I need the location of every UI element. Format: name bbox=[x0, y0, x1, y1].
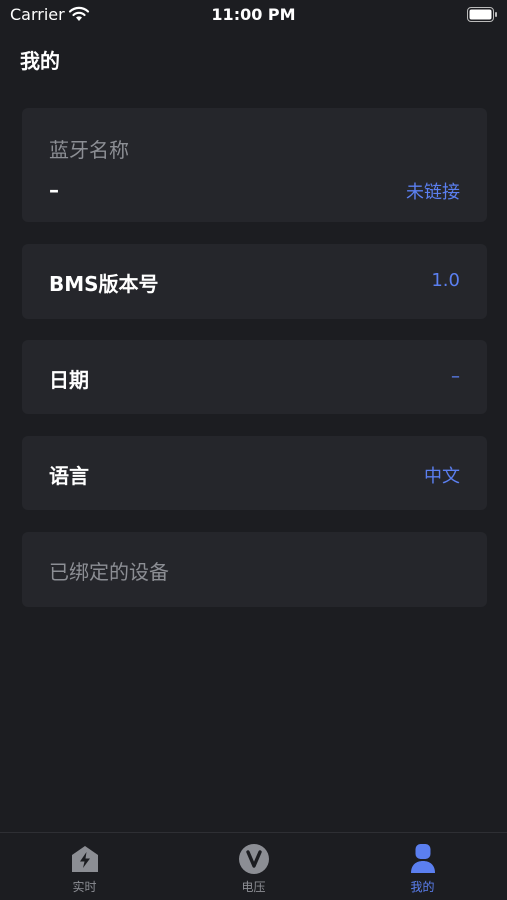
date-value: – bbox=[451, 366, 460, 387]
tab-realtime-label: 实时 bbox=[72, 880, 97, 894]
bluetooth-card[interactable]: 蓝牙名称 – 未链接 bbox=[22, 108, 487, 222]
tab-mine[interactable]: 我的 bbox=[338, 833, 507, 900]
language-label: 语言 bbox=[49, 464, 89, 488]
status-time: 11:00 PM bbox=[211, 5, 296, 24]
date-row[interactable]: 日期 – bbox=[22, 340, 487, 414]
tab-voltage[interactable]: 电压 bbox=[169, 833, 338, 900]
bms-version-label: BMS版本号 bbox=[49, 272, 159, 296]
tab-voltage-label: 电压 bbox=[241, 880, 266, 894]
battery-icon bbox=[467, 7, 497, 22]
tab-mine-label: 我的 bbox=[410, 880, 435, 894]
my-page-screen: Carrier 11:00 PM 我的 蓝牙名称 – 未链接 BMS版本号 1.… bbox=[0, 0, 507, 900]
bms-version-value: 1.0 bbox=[431, 270, 460, 291]
language-row[interactable]: 语言 中文 bbox=[22, 436, 487, 510]
person-icon bbox=[411, 844, 435, 873]
bms-version-row: BMS版本号 1.0 bbox=[22, 244, 487, 319]
bound-devices-row[interactable]: 已绑定的设备 bbox=[22, 532, 487, 607]
voltage-v-icon bbox=[239, 844, 269, 874]
bound-devices-label: 已绑定的设备 bbox=[49, 560, 169, 584]
date-label: 日期 bbox=[49, 368, 89, 392]
bolt-house-icon bbox=[72, 846, 98, 872]
bluetooth-name-label: 蓝牙名称 bbox=[49, 138, 129, 162]
tab-bar: 实时 电压 我的 bbox=[0, 832, 507, 900]
language-value: 中文 bbox=[424, 466, 460, 487]
page-title: 我的 bbox=[20, 49, 60, 73]
bluetooth-connection-status[interactable]: 未链接 bbox=[406, 178, 460, 204]
tab-realtime[interactable]: 实时 bbox=[0, 833, 169, 900]
status-bar: Carrier 11:00 PM bbox=[0, 0, 507, 30]
bluetooth-name-value: – bbox=[49, 178, 59, 202]
